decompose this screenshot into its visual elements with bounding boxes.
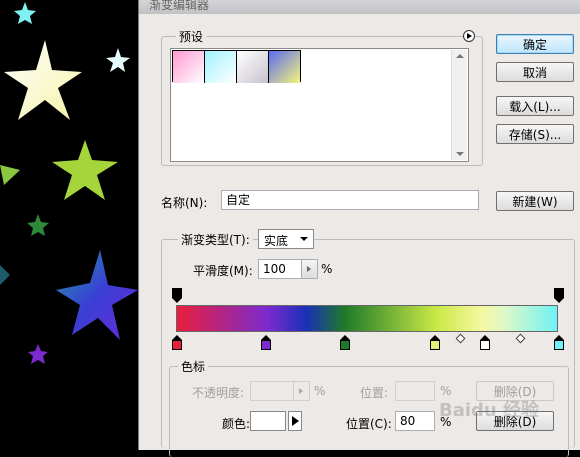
color-label: 颜色:	[222, 417, 251, 431]
preset-swatch-pink[interactable]	[173, 51, 205, 83]
gradient-type-label: 渐变类型(T):	[178, 231, 253, 248]
color-menu-button[interactable]	[288, 411, 302, 431]
opacity-position-input	[395, 381, 435, 401]
preset-swatch-gray[interactable]	[237, 51, 269, 83]
presets-legend: 预设	[176, 28, 207, 45]
preset-scrollbar[interactable]	[451, 50, 467, 160]
opacity-unit: %	[314, 384, 326, 398]
name-input[interactable]: 自定	[221, 190, 479, 210]
gradient-editor-dialog: 渐变编辑器 预设 确定 取消 载入(L)... 存储(S)... 名称(N): …	[138, 0, 580, 457]
title-bar: 渐变编辑器	[139, 0, 580, 14]
ok-button[interactable]: 确定	[496, 34, 574, 54]
color-stop[interactable]	[554, 335, 564, 350]
stops-legend: 色标	[178, 358, 209, 375]
presets-group: 预设	[161, 28, 483, 166]
scroll-up-icon[interactable]	[456, 54, 464, 58]
watermark: Baidu 经验	[439, 400, 540, 421]
chevron-right-icon	[299, 388, 303, 394]
opacity-stop-right[interactable]	[554, 288, 564, 303]
color-stop[interactable]	[261, 335, 271, 350]
presets-menu-icon[interactable]	[463, 30, 475, 42]
smoothness-unit: %	[321, 262, 333, 276]
triangle-right-icon	[292, 416, 299, 426]
smoothness-label: 平滑度(M):	[193, 264, 253, 278]
color-stop[interactable]	[172, 335, 182, 350]
star-shape	[52, 140, 118, 200]
scroll-down-icon[interactable]	[456, 152, 464, 156]
opacity-input	[250, 381, 294, 401]
color-stop[interactable]	[340, 335, 350, 350]
position-input[interactable]: 80	[395, 411, 435, 431]
load-button[interactable]: 载入(L)...	[496, 96, 574, 116]
position-label: 位置(C):	[346, 417, 392, 431]
stars-artwork	[0, 2, 138, 364]
star-shape	[106, 48, 130, 72]
opacity-stop-left[interactable]	[172, 288, 182, 303]
name-label: 名称(N):	[161, 196, 208, 210]
color-stop-selected[interactable]	[480, 335, 490, 350]
star-shape	[4, 40, 82, 120]
chevron-down-icon	[300, 237, 308, 241]
canvas-artwork	[0, 0, 140, 450]
smoothness-input[interactable]: 100	[258, 259, 302, 279]
preset-swatch-row	[172, 50, 301, 83]
star-shape	[56, 250, 138, 340]
gradient-preview-bar[interactable]	[176, 305, 558, 332]
preset-list	[170, 48, 469, 162]
gradient-type-select[interactable]: 实底	[258, 229, 314, 249]
color-swatch[interactable]	[250, 411, 286, 431]
chevron-right-icon	[307, 266, 311, 272]
gradient-type-value: 实底	[264, 234, 289, 248]
cancel-button[interactable]: 取消	[496, 62, 574, 82]
new-button[interactable]: 新建(W)	[496, 191, 574, 211]
color-stop[interactable]	[430, 335, 440, 350]
preset-swatch-cyan[interactable]	[205, 51, 237, 83]
star-shape	[0, 265, 10, 285]
star-shape	[0, 165, 20, 185]
opacity-position-label: 位置:	[360, 386, 389, 400]
opacity-label: 不透明度:	[192, 386, 245, 400]
star-shape	[27, 214, 49, 236]
color-midpoint[interactable]	[455, 333, 466, 344]
save-button[interactable]: 存储(S)...	[496, 124, 574, 144]
color-midpoint[interactable]	[515, 333, 526, 344]
smoothness-stepper[interactable]	[302, 259, 318, 279]
star-shape	[28, 344, 48, 364]
star-shape	[14, 2, 36, 24]
preset-swatch-blue-yellow[interactable]	[269, 51, 300, 83]
opacity-stepper	[294, 381, 310, 401]
dialog-title: 渐变编辑器	[149, 0, 210, 12]
